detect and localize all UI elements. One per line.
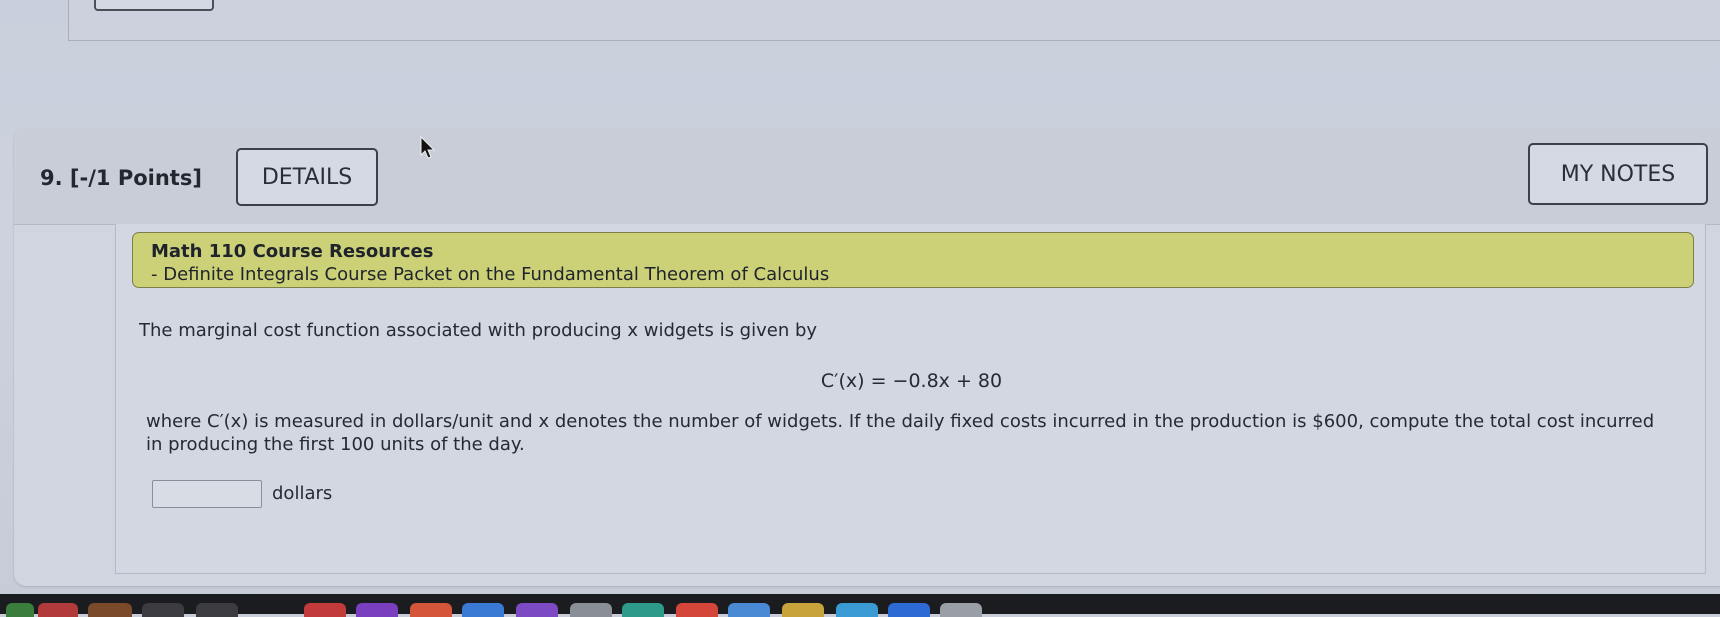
dock-app-icon[interactable]	[836, 603, 878, 617]
dock-app-icon[interactable]	[88, 603, 132, 617]
dock-app-icon[interactable]	[728, 603, 770, 617]
dock-app-icon[interactable]	[516, 603, 558, 617]
dock-app-icon[interactable]	[622, 603, 664, 617]
dock-app-icon[interactable]	[38, 603, 78, 617]
problem-body: where C′(x) is measured in dollars/unit …	[146, 411, 1655, 455]
previous-question-button[interactable]	[94, 0, 214, 11]
dock-app-icon[interactable]	[6, 603, 34, 617]
problem-formula: C′(x) = −0.8x + 80	[820, 370, 1003, 392]
page-background: 9. [-/1 Points] DETAILS MY NOTES Math 11…	[0, 0, 1720, 617]
dock-app-icon[interactable]	[462, 603, 504, 617]
question-content: Math 110 Course Resources - Definite Int…	[115, 224, 1706, 574]
answer-units: dollars	[272, 483, 333, 504]
dock-app-icon[interactable]	[888, 603, 930, 617]
resources-link[interactable]: - Definite Integrals Course Packet on th…	[151, 263, 1693, 286]
previous-question-block	[68, 0, 1720, 41]
mouse-pointer-icon	[420, 136, 436, 159]
dock-app-icon[interactable]	[142, 603, 184, 617]
dock-app-icon[interactable]	[410, 603, 452, 617]
dock-app-icon[interactable]	[676, 603, 718, 617]
dock-app-icon[interactable]	[196, 603, 238, 617]
question-card: 9. [-/1 Points] DETAILS MY NOTES Math 11…	[14, 128, 1720, 586]
question-number-label: 9.	[40, 166, 63, 190]
dock-app-icon[interactable]	[570, 603, 612, 617]
my-notes-button[interactable]: MY NOTES	[1528, 143, 1708, 205]
dock-app-icon[interactable]	[782, 603, 824, 617]
dock-app-icon[interactable]	[356, 603, 398, 617]
answer-input[interactable]	[152, 480, 262, 508]
course-resources-panel: Math 110 Course Resources - Definite Int…	[132, 232, 1694, 288]
resources-title: Math 110 Course Resources	[151, 241, 434, 262]
problem-intro: The marginal cost function associated wi…	[139, 320, 818, 341]
dock-app-icon[interactable]	[940, 603, 982, 617]
question-header: 9. [-/1 Points] DETAILS MY NOTES	[14, 128, 1720, 225]
dock-app-icon[interactable]	[304, 603, 346, 617]
question-number: 9. [-/1 Points]	[40, 166, 202, 190]
question-points-label: [-/1 Points]	[69, 166, 202, 190]
details-button[interactable]: DETAILS	[236, 148, 378, 206]
